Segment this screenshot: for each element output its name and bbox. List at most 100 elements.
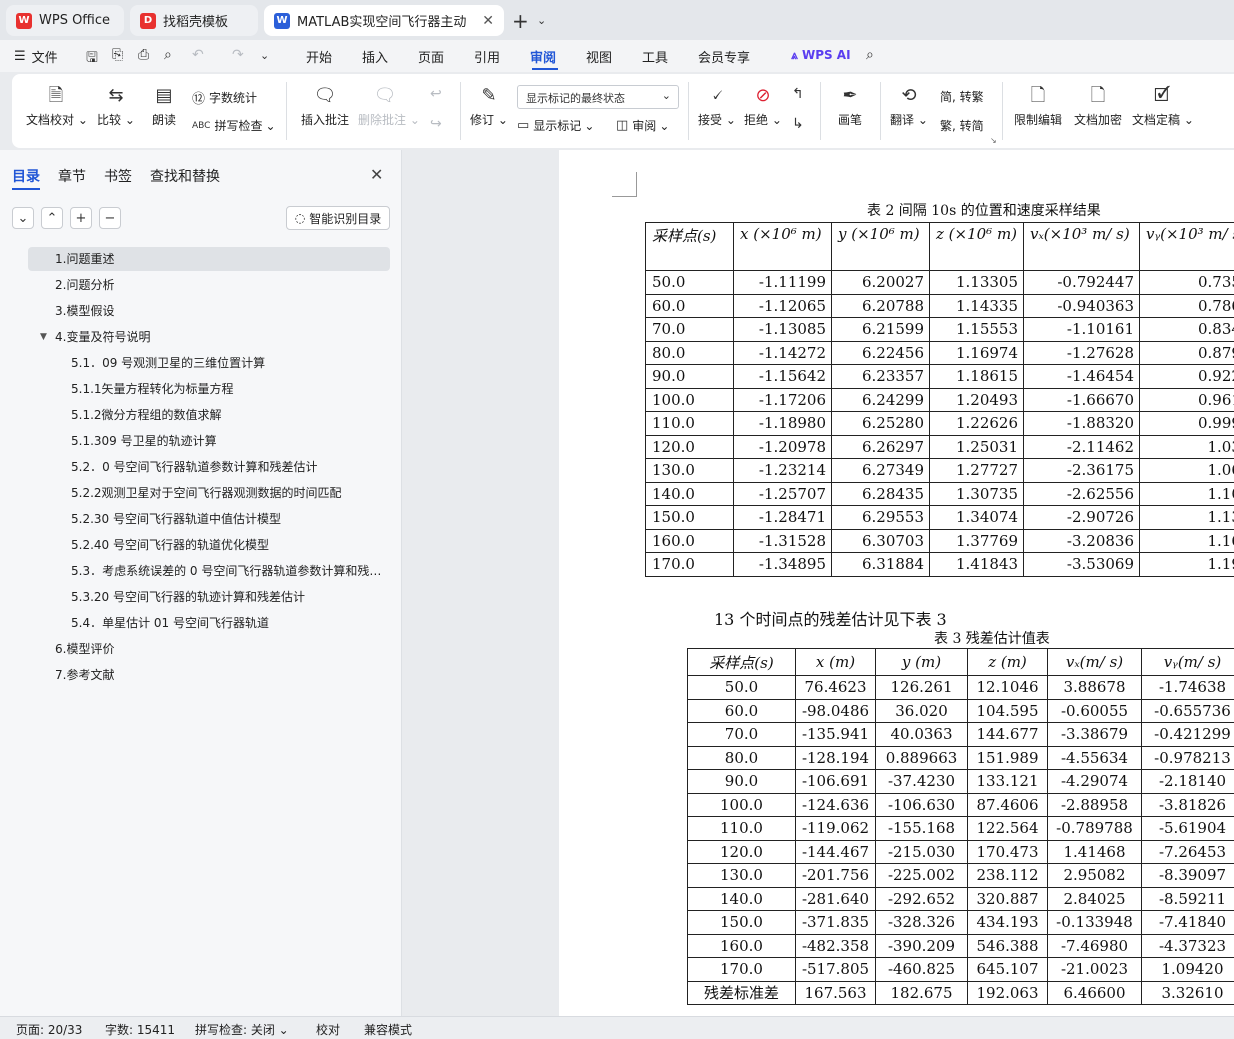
undo-icon[interactable]: ↶ [192,47,204,63]
toc-item[interactable]: 5.2.40 号空间飞行器的轨道优化模型 [44,533,390,557]
table-cell: 6.30703 [831,528,930,553]
to-traditional-button[interactable]: 简, 转繁 [940,88,984,105]
smart-toc-button[interactable]: ◌ 智能识别目录 [286,206,390,230]
finalize-label: 文档定稿 ⌄ [1132,113,1194,127]
menu-start[interactable]: 开始 [306,47,332,66]
read-aloud-button[interactable]: ▤ 朗读 [148,85,180,128]
page-indicator[interactable]: 页面: 20/33 [16,1021,82,1038]
delete-comment-button[interactable]: 🗨 删除批注 ⌄ [358,85,420,128]
chevron-down-icon[interactable]: ⌄ [260,49,269,62]
menu-tools[interactable]: 工具 [642,47,668,66]
previous-change-icon[interactable]: ↰ [792,86,804,102]
nav-tab-bookmarks[interactable]: 书签 [104,166,132,186]
menu-review[interactable]: 审阅 [530,47,556,66]
toc-item[interactable]: 5.3.20 号空间飞行器的轨迹计算和残差估计 [44,585,390,609]
word-count-button[interactable]: ⑫ 字数统计 [192,88,257,107]
finalize-button[interactable]: 🗹 文档定稿 ⌄ [1132,85,1194,128]
next-comment-icon[interactable]: ↪ [430,116,442,132]
toc-item[interactable]: 5.2．0 号空间飞行器轨道参数计算和残差估计 [44,455,390,479]
to-simplified-button[interactable]: 繁, 转简 [940,117,984,134]
table-header-cell: vₓ(×10³ m/ s) [1023,222,1140,271]
toc-item[interactable]: 1.问题重述 [28,247,390,271]
toc-item[interactable]: 7.参考文献 [28,663,390,687]
remove-heading-button[interactable]: − [99,207,121,229]
toc-item[interactable]: 5.1.1矢量方程转化为标量方程 [44,377,390,401]
expand-all-button[interactable]: ⌃ [41,207,63,229]
tab-docer-templates[interactable]: D 找稻壳模板 [130,5,258,36]
compare-button[interactable]: ⇆ 比较 ⌄ [96,85,136,128]
table-row: 160.0-1.315286.307031.37769-3.208361.165… [645,528,1234,553]
show-markup-button[interactable]: ▭ 显示标记 ⌄ [517,117,594,134]
pen-button[interactable]: ✒ 画笔 [832,85,868,128]
redo-icon[interactable]: ↷ [232,47,244,63]
wps-ai-button[interactable]: ⩓ WPS AI [791,48,851,63]
table-cell: 100.0 [645,387,734,412]
save-icon[interactable]: 🖫 [86,47,98,71]
print-preview-icon[interactable]: ⌕ [164,47,172,63]
chevron-down-icon[interactable]: ⌄ [537,14,546,27]
table-row: 150.0-1.284716.295531.34074-2.907261.133… [645,505,1234,530]
toc-item[interactable]: 5.2.30 号空间飞行器轨道中值估计模型 [44,507,390,531]
nav-tab-toc[interactable]: 目录 [12,166,40,186]
nav-tab-sections[interactable]: 章节 [58,166,86,186]
toc-item[interactable]: 5.1.309 号卫星的轨迹计算 [44,429,390,453]
insert-comment-button[interactable]: 🗨 插入批注 [298,85,352,128]
table-header-cell: vᵧ(m/ s) [1141,648,1234,676]
review-pane-button[interactable]: ◫ 审阅 ⌄ [616,117,669,134]
previous-comment-icon[interactable]: ↩ [430,86,442,102]
revise-button[interactable]: ✎ 修订 ⌄ [470,85,508,128]
close-icon[interactable]: ✕ [370,165,383,184]
add-heading-button[interactable]: + [70,207,92,229]
collapse-all-button[interactable]: ⌄ [12,207,34,229]
toc-item[interactable]: 5.4．单星估计 01 号空间飞行器轨道 [44,611,390,635]
table-cell: 6.20788 [831,293,930,318]
toc-item[interactable]: 6.模型评价 [28,637,390,661]
spell-check-button[interactable]: ABC 拼写检查 ⌄ [192,117,276,134]
table-cell: 1.1339 [1139,505,1234,530]
toc-item[interactable]: 5.2.2观测卫星对于空间飞行器观测数据的时间匹配 [44,481,390,505]
search-icon[interactable]: ⌕ [866,47,874,63]
proof-status[interactable]: 校对 [316,1021,340,1038]
toc-item[interactable]: 3.模型假设 [28,299,390,323]
review-ribbon: 🗎 文档校对 ⌄ ⇆ 比较 ⌄ ▤ 朗读 ⑫ 字数统计 ABC 拼写检查 ⌄ 🗨 插入… [12,74,1234,148]
translate-button[interactable]: ⟲ 翻译 ⌄ [890,85,928,128]
file-menu[interactable]: ☰ 文件 [14,47,58,66]
toc-item[interactable]: 2.问题分析 [28,273,390,297]
next-change-icon[interactable]: ↳ [792,116,804,132]
menu-member[interactable]: 会员专享 [698,47,750,66]
word-count-indicator[interactable]: 字数: 15411 [105,1021,175,1038]
table-cell: -3.81826 [1141,792,1234,817]
close-icon[interactable]: ✕ [482,13,494,29]
doc-check-button[interactable]: 🗎 文档校对 ⌄ [26,85,88,128]
ai-logo-icon: ⩓ [791,48,802,62]
toc-item[interactable]: 4.变量及符号说明 [28,325,390,349]
table3: 采样点(s) x (m) y (m) z (m) vₓ(m/ s) vᵧ(m/ s) 50… [687,648,1234,1005]
accept-button[interactable]: 🗸 接受 ⌄ [698,85,736,128]
wps-logo-icon: W [16,12,32,29]
spell-check-status[interactable]: 拼写检查: 关闭 ⌄ [195,1021,289,1038]
tab-current-document[interactable]: W MATLAB实现空间飞行器主动 ✕ [264,5,504,36]
menu-view[interactable]: 视图 [586,47,612,66]
menu-insert[interactable]: 插入 [362,47,388,66]
table-cell: -215.030 [875,839,968,864]
menu-reference[interactable]: 引用 [474,47,500,66]
markup-state-select[interactable]: 显示标记的最终状态 ⌄ [517,85,679,109]
toc-item[interactable]: 5.1.2微分方程组的数值求解 [44,403,390,427]
tab-wps-office[interactable]: W WPS Office [6,5,124,36]
restrict-edit-button[interactable]: 🗋 限制编辑 [1012,85,1064,128]
nav-tab-find-replace[interactable]: 查找和替换 [150,166,220,186]
encrypt-button[interactable]: 🗋 文档加密 [1072,85,1124,128]
expand-group-icon[interactable]: ↘ [990,136,997,145]
new-tab-icon[interactable]: + [512,9,529,33]
toc-item[interactable]: 5.3．考虑系统误差的 0 号空间飞行器轨道参数计算和残差估计 [44,559,390,583]
share-icon[interactable]: ⎘ [112,47,123,63]
table-cell: -371.835 [795,910,876,935]
table-cell: 1.18615 [929,364,1024,389]
table-cell: 90.0 [687,769,796,794]
table-header-cell: z (×10⁶ m) [929,222,1024,271]
print-icon[interactable]: ⎙ [138,47,149,63]
menu-page[interactable]: 页面 [418,47,444,66]
table-cell: -1.12065 [733,293,832,318]
reject-button[interactable]: ⊘ 拒绝 ⌄ [744,85,782,128]
toc-item[interactable]: 5.1．09 号观测卫星的三维位置计算 [44,351,390,375]
